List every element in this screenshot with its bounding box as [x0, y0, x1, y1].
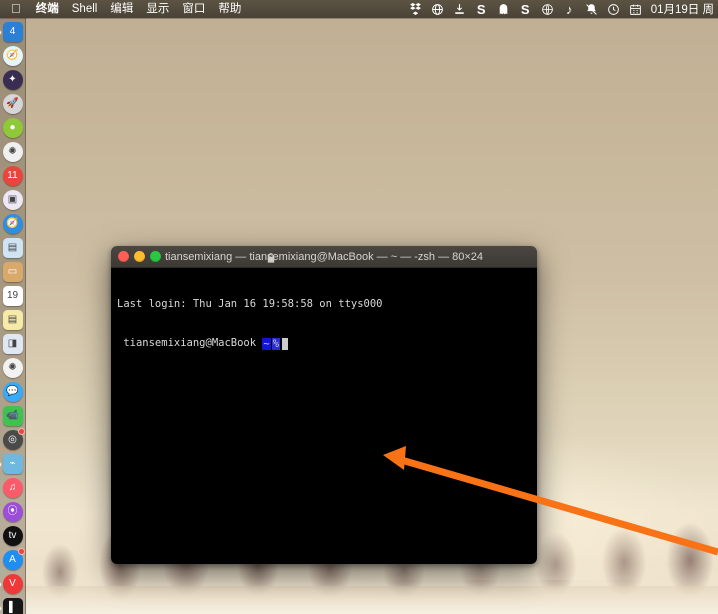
music-note-icon[interactable]: ♪	[562, 2, 577, 17]
maximize-button[interactable]	[150, 251, 161, 262]
dropbox-icon[interactable]	[408, 2, 423, 17]
dock-item-safari-glyph: 🧭	[2, 46, 23, 66]
dock-running-indicator	[0, 606, 1, 610]
dock-item-preview-glyph: ◨	[2, 334, 23, 354]
menu-bar[interactable]:  终端 Shell 编辑 显示 窗口 帮助 S S ♪	[0, 0, 718, 18]
dock-item-photos[interactable]: ✺	[2, 141, 24, 163]
dock-item-books[interactable]: ▭	[2, 261, 24, 283]
menu-item-window[interactable]: 窗口	[182, 0, 205, 18]
dock-item-frog-glyph: ●	[2, 118, 23, 138]
wallpaper-ground-band	[0, 586, 718, 614]
lock-icon	[266, 251, 276, 263]
dock-item-compass-glyph: 🧭	[2, 214, 23, 234]
time-machine-icon[interactable]	[606, 2, 621, 17]
dock-item-colorwheel[interactable]: ✺	[2, 357, 24, 379]
menu-bar-left-group:  终端 Shell 编辑 显示 窗口 帮助	[0, 0, 241, 18]
dock-item-calendar-red[interactable]: 11	[2, 165, 24, 187]
dock-item-preview[interactable]: ◨	[2, 333, 24, 355]
close-button[interactable]	[118, 251, 129, 262]
dock-item-rocket-glyph: 🚀	[2, 94, 23, 114]
surge-icon[interactable]: S	[474, 2, 489, 17]
dock-item-appletv[interactable]: tv	[2, 525, 24, 547]
dock-item-messages-glyph: 💬	[2, 382, 23, 402]
dock-item-terminal-glyph: ▌	[2, 598, 23, 614]
notification-bell-icon[interactable]	[584, 2, 599, 17]
menu-bar-status-group: S S ♪ 01月19日 周	[408, 1, 718, 17]
dock-item-frog[interactable]: ●	[2, 117, 24, 139]
dock-item-facetime[interactable]: 📹	[2, 405, 24, 427]
dock-item-finder-glyph: 4	[2, 22, 23, 42]
dock-item-notes-blue[interactable]: ▤	[2, 237, 24, 259]
dock-badge	[17, 548, 25, 555]
dock-item-podcasts-glyph: ⦿	[2, 502, 23, 522]
terminal-title-text: tiansemixiang — tiansemixiang@MacBook — …	[164, 250, 484, 263]
dock-item-facetime-glyph: 📹	[2, 406, 23, 426]
minimize-button[interactable]	[134, 251, 145, 262]
menu-item-help[interactable]: 帮助	[218, 0, 241, 18]
terminal-title-bar[interactable]: tiansemixiang — tiansemixiang@MacBook — …	[111, 246, 537, 268]
dock-item-notes-yellow-glyph: ▤	[2, 310, 23, 330]
dock-item-camera[interactable]: ◎	[2, 428, 25, 451]
dock-item-rocket[interactable]: 🚀	[2, 93, 24, 115]
dock-item-calendar-19[interactable]: 19	[2, 285, 24, 307]
terminal-content-area[interactable]: Last login: Thu Jan 16 19:58:58 on ttys0…	[111, 268, 537, 564]
menu-item-edit[interactable]: 编辑	[110, 0, 133, 18]
apple-logo-icon[interactable]: 	[11, 2, 23, 16]
dock-item-notes-blue-glyph: ▤	[2, 238, 23, 258]
dock-item-airdrop-glyph: ⌁	[2, 454, 23, 474]
dock-item-messages[interactable]: 💬	[2, 381, 24, 403]
dock-item-save-disk-glyph: ▣	[2, 190, 23, 210]
terminal-line-last-login: Last login: Thu Jan 16 19:58:58 on ttys0…	[117, 298, 383, 310]
dock-item-save-disk[interactable]: ▣	[2, 189, 24, 211]
download-icon[interactable]	[452, 2, 467, 17]
dock-item-podcasts[interactable]: ⦿	[2, 501, 24, 523]
dock-running-indicator	[0, 30, 1, 34]
dock-running-indicator	[0, 462, 1, 466]
menu-item-shell[interactable]: Shell	[72, 0, 98, 18]
dock-item-launchpad-glyph: ✦	[2, 70, 23, 90]
dock-item-vivaldi-glyph: V	[2, 574, 23, 594]
dock-running-indicator	[0, 582, 1, 586]
dock-item-colorwheel-glyph: ✺	[2, 358, 23, 378]
terminal-selection-percent: %	[271, 337, 281, 350]
terminal-cursor	[282, 337, 289, 350]
dock-item-safari[interactable]: 🧭	[2, 45, 24, 67]
terminal-selection-tilde: ~	[262, 337, 271, 350]
ghost-icon[interactable]	[496, 2, 511, 17]
dock-item-finder[interactable]: 4	[0, 21, 24, 43]
dock[interactable]: 4🧭✦🚀●✺11▣🧭▤▭19▤◨✺💬📹◎⌁♫⦿tvAV▌▬$_VPN +Y💬◉	[0, 18, 26, 614]
menu-bar-clock[interactable]: 01月19日 周	[650, 1, 714, 17]
network-globe-icon[interactable]	[540, 2, 555, 17]
dock-item-music[interactable]: ♫	[2, 477, 24, 499]
dock-item-photos-glyph: ✺	[2, 142, 23, 162]
dock-item-notes-yellow[interactable]: ▤	[2, 309, 24, 331]
globe-translate-icon[interactable]	[430, 2, 445, 17]
dock-item-appstore[interactable]: A	[2, 548, 25, 571]
menu-item-terminal[interactable]: 终端	[36, 0, 59, 18]
dock-item-music-glyph: ♫	[2, 478, 23, 498]
dock-item-vivaldi[interactable]: V	[0, 573, 24, 595]
dock-item-books-glyph: ▭	[2, 262, 23, 282]
shadowsocks-icon[interactable]: S	[518, 2, 533, 17]
menu-item-view[interactable]: 显示	[146, 0, 169, 18]
dock-item-terminal[interactable]: ▌	[0, 597, 24, 614]
terminal-prompt-line: tiansemixiang@MacBook ~ %	[117, 337, 531, 350]
dock-item-calendar-19-glyph: 19	[2, 286, 23, 306]
calendar-icon[interactable]	[628, 2, 643, 17]
dock-item-appletv-glyph: tv	[2, 526, 23, 546]
terminal-window[interactable]: tiansemixiang — tiansemixiang@MacBook — …	[111, 246, 537, 564]
dock-item-airdrop[interactable]: ⌁	[0, 453, 24, 475]
terminal-prompt-text: tiansemixiang@MacBook	[117, 337, 263, 349]
dock-item-calendar-red-glyph: 11	[2, 166, 23, 186]
dock-item-compass[interactable]: 🧭	[2, 213, 24, 235]
dock-badge	[17, 428, 25, 435]
dock-item-launchpad[interactable]: ✦	[2, 69, 24, 91]
